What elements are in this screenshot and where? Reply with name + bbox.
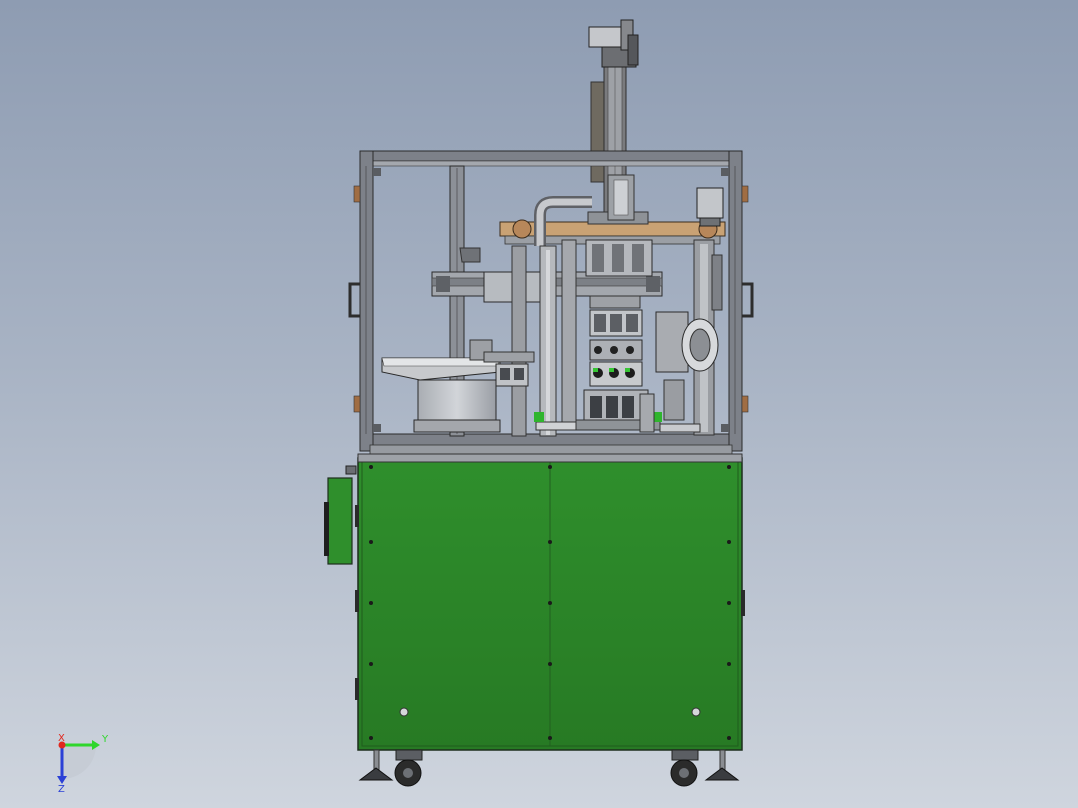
leveling-foot-left [358, 749, 394, 781]
support-column-left [511, 239, 577, 437]
leveling-foot-right [704, 749, 740, 781]
machine-scene: X Y Z [57, 19, 754, 795]
cad-viewport[interactable]: X Y Z [0, 0, 1078, 808]
electrical-control-box [324, 465, 357, 565]
door-handle-right [742, 282, 754, 318]
caster-wheel-right [670, 749, 699, 787]
y-axis-servo-motor [696, 187, 724, 227]
y-axis-label: Y [101, 734, 109, 745]
z-axis-label: Z [58, 784, 65, 795]
triad-quadrant [62, 745, 96, 779]
door-handle-left [348, 282, 360, 318]
caster-wheel-left [394, 749, 423, 787]
z-axis-arrowhead [57, 776, 67, 784]
x-axis-label: X [58, 733, 65, 744]
y-axis-arrowhead [92, 740, 100, 750]
orientation-triad[interactable]: X Y Z [57, 733, 109, 795]
